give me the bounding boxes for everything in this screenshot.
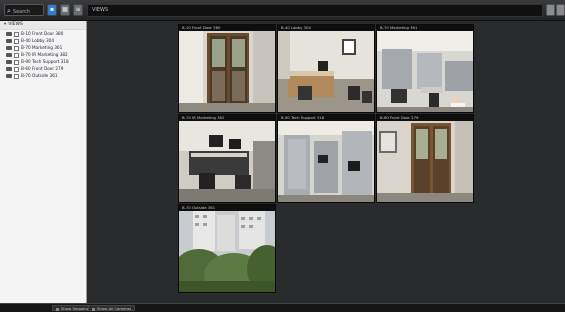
camera-icon xyxy=(6,39,12,43)
camera-tile-label: B-70 Marketing 361 xyxy=(377,25,473,31)
camera-list-label: B-70 Marketing 361 xyxy=(21,45,63,50)
search-icon: ⌕ xyxy=(7,7,11,15)
camera-list-item[interactable]: B-90 Tech Support 318 xyxy=(0,58,86,65)
camera-list-label: B-70 Outside 361 xyxy=(21,73,58,78)
camera-icon xyxy=(6,60,12,64)
camera-list-label: B-60 Front Door 279 xyxy=(21,66,64,71)
camera-feed-image xyxy=(179,121,275,202)
layout-options-button[interactable] xyxy=(556,4,565,16)
camera-tile-label: B-70 IR Marketing 382 xyxy=(179,115,275,121)
layout-button[interactable]: ▦ xyxy=(60,4,70,16)
camera-tile-label: B-40 Lobby 304 xyxy=(278,25,374,31)
camera-list-item[interactable]: B-70 IR Marketing 382 xyxy=(0,51,86,58)
camera-icon xyxy=(6,32,12,36)
views-tab[interactable]: VIEWS xyxy=(87,4,543,17)
camera-checkbox[interactable] xyxy=(14,38,19,44)
camera-tile-label: B-70 Outside 361 xyxy=(179,205,275,211)
camera-list-item[interactable]: B-10 Front Door 380 xyxy=(0,30,86,37)
camera-icon xyxy=(6,74,12,78)
camera-tile-label: B-90 Tech Support 318 xyxy=(278,115,374,121)
search-box[interactable]: ⌕ Search xyxy=(4,4,44,16)
camera-checkbox[interactable] xyxy=(14,59,19,65)
sequence-icon xyxy=(56,307,59,311)
camera-feed-image xyxy=(377,121,473,202)
camera-tile-label: B-60 Front Door 279 xyxy=(377,115,473,121)
camera-checkbox[interactable] xyxy=(14,31,19,37)
camera-tree-sidebar: ▾ VIEWS B-10 Front Door 380 B-40 Lobby 304… xyxy=(0,21,87,303)
grid-icon: ▦ xyxy=(62,6,68,13)
camera-checkbox[interactable] xyxy=(14,52,19,58)
list-icon: ≡ xyxy=(75,6,81,13)
camera-icon xyxy=(6,46,12,50)
camera-checkbox[interactable] xyxy=(14,66,19,72)
tree-root-views[interactable]: ▾ VIEWS xyxy=(0,21,86,30)
show-sequence-label: Show Sequence xyxy=(61,306,92,311)
camera-feed-image xyxy=(278,121,374,202)
camera-tile[interactable]: B-10 Front Door 380 xyxy=(178,24,276,113)
settings-button[interactable]: ≡ xyxy=(73,4,83,16)
show-all-cameras-button[interactable]: Show All Cameras xyxy=(88,305,136,311)
camera-tile[interactable]: B-70 IR Marketing 382 xyxy=(178,114,276,203)
camera-tile[interactable]: B-70 Outside 361 xyxy=(178,204,276,293)
camera-list-label: B-70 IR Marketing 382 xyxy=(21,52,68,57)
camera-checkbox[interactable] xyxy=(14,45,19,51)
camera-tile[interactable]: B-60 Front Door 279 xyxy=(376,114,474,203)
camera-checkbox[interactable] xyxy=(14,73,19,79)
chevron-down-icon[interactable]: ▾ xyxy=(4,22,6,27)
camera-icon xyxy=(6,53,12,57)
camera-list-label: B-40 Lobby 304 xyxy=(21,38,54,43)
top-toolbar: ⌕ Search ▪ ▦ ≡ VIEWS xyxy=(0,0,565,21)
camera-tile[interactable]: B-70 Marketing 361 xyxy=(376,24,474,113)
camera-tile[interactable]: B-40 Lobby 304 xyxy=(277,24,375,113)
cameras-view-button[interactable]: ▪ xyxy=(47,4,57,16)
cameras-icon xyxy=(92,307,95,311)
camera-feed-image xyxy=(377,31,473,112)
camera-list-item[interactable]: B-60 Front Door 279 xyxy=(0,65,86,72)
camera-list-label: B-90 Tech Support 318 xyxy=(21,59,69,64)
camera-tile-label: B-10 Front Door 380 xyxy=(179,25,275,31)
camera-feed-image xyxy=(179,211,275,292)
camera-icon xyxy=(6,67,12,71)
search-input[interactable]: Search xyxy=(13,9,30,15)
camera-tile[interactable]: B-90 Tech Support 318 xyxy=(277,114,375,203)
tree-root-label: VIEWS xyxy=(8,22,23,27)
show-all-cameras-label: Show All Cameras xyxy=(97,306,132,311)
camera-feed-image xyxy=(179,31,275,112)
camera-list-item[interactable]: B-40 Lobby 304 xyxy=(0,37,86,44)
camera-feed-image xyxy=(278,31,374,112)
camera-list-item[interactable]: B-70 Outside 361 xyxy=(0,72,86,79)
camera-list-label: B-10 Front Door 380 xyxy=(21,31,64,36)
camera-list-item[interactable]: B-70 Marketing 361 xyxy=(0,44,86,51)
camera-list: B-10 Front Door 380 B-40 Lobby 304 B-70 Ma… xyxy=(0,30,86,79)
fullscreen-button[interactable] xyxy=(546,4,555,16)
camera-icon: ▪ xyxy=(49,6,55,13)
